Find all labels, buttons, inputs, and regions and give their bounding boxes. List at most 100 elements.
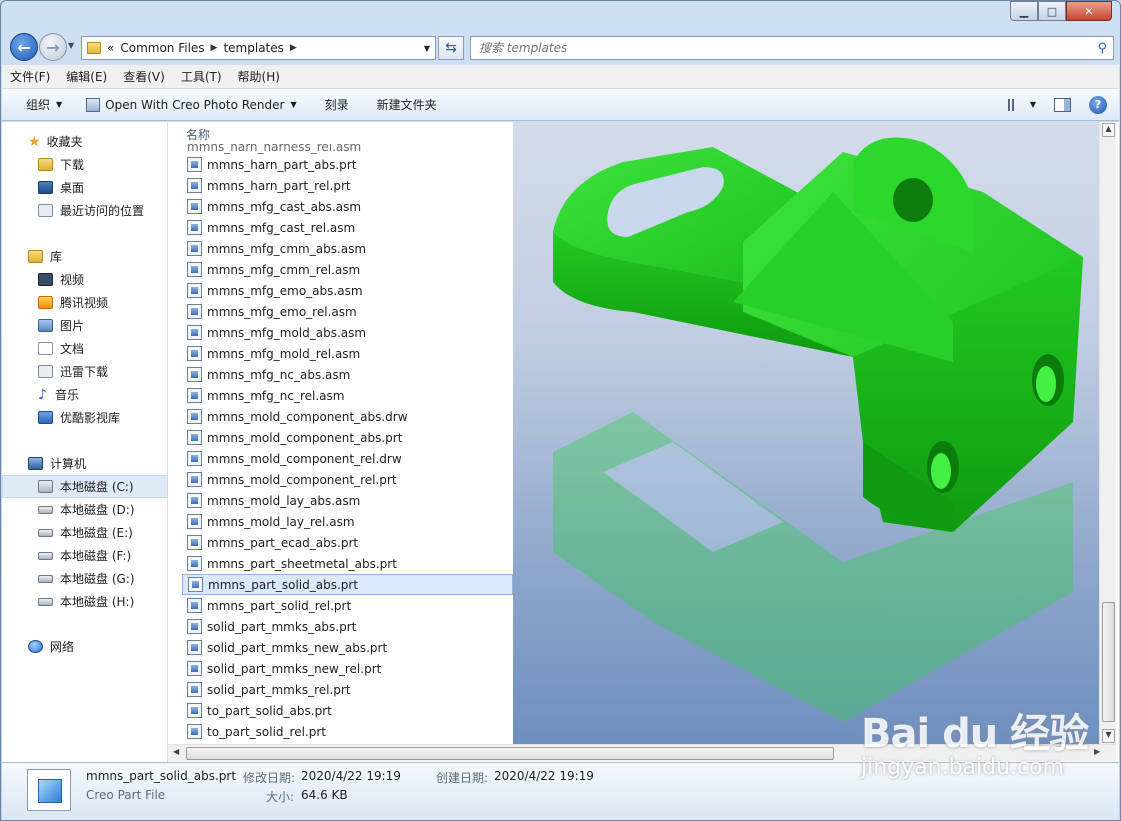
open-with-button[interactable]: Open With Creo Photo Render ▼ xyxy=(74,97,308,112)
list-item[interactable]: solid_part_mmks_abs.prt xyxy=(182,616,513,637)
list-item[interactable]: mmns_harn_part_rel.prt xyxy=(182,175,513,196)
baidu-jingyan-watermark: Bai du 经验 jingyan.baidu.com xyxy=(861,701,1089,780)
file-name: solid_part_mmks_rel.prt xyxy=(207,682,351,697)
list-item[interactable]: mmns_mold_lay_rel.asm xyxy=(182,511,513,532)
nav-item-drive-h[interactable]: 本地磁盘 (H:) xyxy=(2,590,168,613)
chevron-right-icon[interactable]: ▶ xyxy=(211,43,218,53)
history-dropdown-icon[interactable]: ▼ xyxy=(68,41,74,50)
video-library-icon xyxy=(38,273,53,286)
nav-item-drive-g[interactable]: 本地磁盘 (G:) xyxy=(2,567,168,590)
pictures-icon xyxy=(38,319,53,332)
close-button[interactable]: ✕ xyxy=(1066,1,1112,21)
list-item[interactable]: mmns_harn_harness_rel.asm xyxy=(182,144,513,154)
list-item[interactable]: mmns_mfg_mold_abs.asm xyxy=(182,322,513,343)
list-item[interactable]: mmns_mfg_nc_rel.asm xyxy=(182,385,513,406)
search-icon[interactable]: ⚲ xyxy=(1097,41,1107,56)
nav-network[interactable]: 网络 xyxy=(2,635,168,658)
view-options-icon[interactable] xyxy=(1007,98,1024,111)
nav-item-drive-f[interactable]: 本地磁盘 (F:) xyxy=(2,544,168,567)
preview-pane-icon[interactable] xyxy=(1054,97,1071,112)
nav-computer[interactable]: 计算机 xyxy=(2,452,168,475)
nav-item-label: 音乐 xyxy=(54,388,79,402)
column-header-name[interactable]: 名称 xyxy=(186,126,210,143)
creo-file-icon xyxy=(187,493,202,508)
toolbar-right: ▼ ? xyxy=(1007,95,1119,114)
chevron-right-icon[interactable]: ▶ xyxy=(290,43,297,53)
list-item[interactable]: solid_part_mmks_rel.prt xyxy=(182,679,513,700)
list-item[interactable]: mmns_mfg_cmm_rel.asm xyxy=(182,259,513,280)
list-item[interactable]: mmns_mfg_emo_rel.asm xyxy=(182,301,513,322)
list-item[interactable]: solid_part_mmks_new_rel.prt xyxy=(182,658,513,679)
breadcrumb-overflow[interactable]: « xyxy=(107,41,114,55)
breadcrumb-common-files[interactable]: Common Files xyxy=(120,41,204,55)
nav-item-recent[interactable]: 最近访问的位置 xyxy=(2,199,168,222)
minimize-button[interactable]: ▁ xyxy=(1010,1,1038,21)
refresh-button[interactable]: ⇆ xyxy=(438,36,464,60)
nav-item-videos[interactable]: 视频 xyxy=(2,268,168,291)
menu-tools[interactable]: 工具(T) xyxy=(173,68,230,85)
breadcrumb-templates[interactable]: templates xyxy=(223,41,283,55)
menu-help[interactable]: 帮助(H) xyxy=(230,68,288,85)
modified-value: 2020/4/22 19:19 xyxy=(301,769,401,783)
vertical-scroll-thumb[interactable] xyxy=(1102,602,1115,722)
list-item[interactable]: mmns_mold_component_rel.prt xyxy=(182,469,513,490)
menu-file[interactable]: 文件(F) xyxy=(2,68,58,85)
list-item[interactable]: mmns_mold_lay_abs.asm xyxy=(182,490,513,511)
address-dropdown-icon[interactable]: ▼ xyxy=(424,44,430,53)
list-item[interactable]: mmns_part_sheetmetal_abs.prt xyxy=(182,553,513,574)
scroll-right-icon[interactable]: ▶ xyxy=(1094,747,1100,756)
nav-item-youku[interactable]: 优酷影视库 xyxy=(2,406,168,429)
list-item[interactable]: mmns_mfg_cmm_abs.asm xyxy=(182,238,513,259)
nav-item-documents[interactable]: 文档 xyxy=(2,337,168,360)
help-icon[interactable]: ? xyxy=(1089,95,1107,114)
nav-item-drive-d[interactable]: 本地磁盘 (D:) xyxy=(2,498,168,521)
nav-item-thunder[interactable]: 迅雷下载 xyxy=(2,360,168,383)
creo-file-icon xyxy=(187,283,202,298)
list-item[interactable]: mmns_harn_part_abs.prt xyxy=(182,154,513,175)
back-button[interactable]: ← xyxy=(10,33,38,61)
scroll-left-icon[interactable]: ◀ xyxy=(173,747,179,756)
nav-item-tencent-video[interactable]: 腾讯视频 xyxy=(2,291,168,314)
view-dropdown-icon[interactable]: ▼ xyxy=(1030,100,1036,109)
list-item[interactable]: mmns_part_ecad_abs.prt xyxy=(182,532,513,553)
menu-edit[interactable]: 编辑(E) xyxy=(58,68,115,85)
list-item[interactable]: to_part_solid_rel.prt xyxy=(182,721,513,742)
nav-item-desktop[interactable]: 桌面 xyxy=(2,176,168,199)
list-item[interactable]: mmns_mfg_nc_abs.asm xyxy=(182,364,513,385)
nav-item-drive-c[interactable]: 本地磁盘 (C:) xyxy=(2,475,168,498)
libraries-group: 库 视频 腾讯视频 图片 文档 迅雷下载 ♪ 音乐 优酷影视库 xyxy=(2,245,168,429)
list-item[interactable]: mmns_mfg_cast_abs.asm xyxy=(182,196,513,217)
forward-button[interactable]: → xyxy=(39,33,67,61)
list-item[interactable]: mmns_mfg_cast_rel.asm xyxy=(182,217,513,238)
nav-favorites[interactable]: ★ 收藏夹 xyxy=(2,130,168,153)
address-bar[interactable]: « Common Files ▶ templates ▶ ▼ xyxy=(81,36,436,60)
nav-item-drive-e[interactable]: 本地磁盘 (E:) xyxy=(2,521,168,544)
list-item[interactable]: to_part_solid_abs.prt xyxy=(182,700,513,721)
menu-view[interactable]: 查看(V) xyxy=(115,68,173,85)
creo-file-icon xyxy=(187,682,202,697)
nav-libraries[interactable]: 库 xyxy=(2,245,168,268)
desktop-icon xyxy=(38,181,53,194)
list-item[interactable]: solid_part_mmks_new_abs.prt xyxy=(182,637,513,658)
nav-item-music[interactable]: ♪ 音乐 xyxy=(2,383,168,406)
new-folder-button[interactable]: 新建文件夹 xyxy=(361,96,449,113)
list-item[interactable]: mmns_mfg_emo_abs.asm xyxy=(182,280,513,301)
list-item[interactable]: mmns_part_solid_rel.prt xyxy=(182,595,513,616)
list-item[interactable]: mmns_mold_component_rel.drw xyxy=(182,448,513,469)
vertical-scrollbar[interactable]: ▲ ▼ xyxy=(1099,122,1116,744)
burn-button[interactable]: 刻录 xyxy=(309,96,361,113)
nav-item-label: 本地磁盘 (G:) xyxy=(60,572,135,586)
search-input[interactable] xyxy=(479,41,1079,55)
list-item[interactable]: mmns_mold_component_abs.prt xyxy=(182,427,513,448)
scroll-down-icon[interactable]: ▼ xyxy=(1102,729,1115,743)
nav-item-downloads[interactable]: 下载 xyxy=(2,153,168,176)
maximize-button[interactable]: □ xyxy=(1038,1,1066,21)
nav-item-pictures[interactable]: 图片 xyxy=(2,314,168,337)
search-box[interactable]: ⚲ xyxy=(470,36,1114,60)
list-item[interactable]: mmns_mfg_mold_rel.asm xyxy=(182,343,513,364)
list-item[interactable]: mmns_mold_component_abs.drw xyxy=(182,406,513,427)
horizontal-scroll-thumb[interactable] xyxy=(186,747,834,760)
organize-button[interactable]: 组织 ▼ xyxy=(2,96,74,113)
scroll-up-icon[interactable]: ▲ xyxy=(1102,123,1115,137)
list-item[interactable]: mmns_part_solid_abs.prt xyxy=(182,574,513,595)
